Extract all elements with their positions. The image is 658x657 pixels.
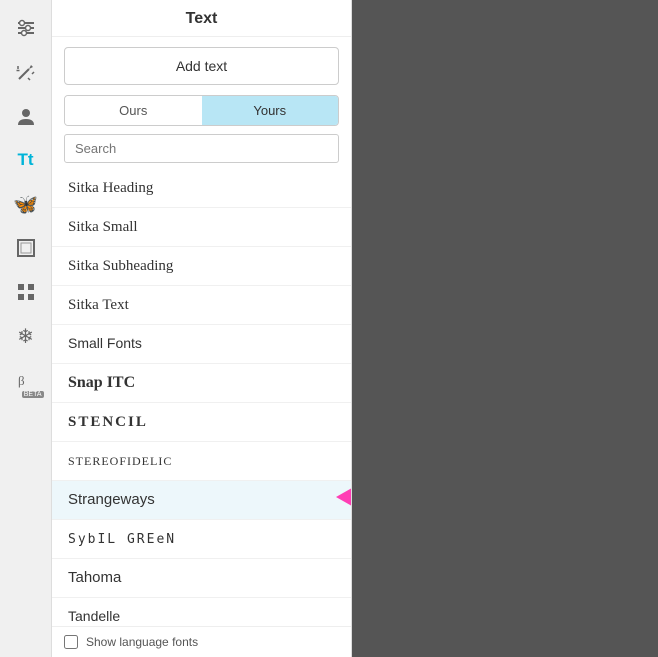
font-item-sitka-small[interactable]: Sitka Small — [52, 208, 351, 247]
tab-ours[interactable]: Ours — [65, 96, 202, 125]
tab-yours[interactable]: Yours — [202, 96, 339, 125]
avatar-icon[interactable] — [6, 96, 46, 136]
font-panel: Text Add text Ours Yours Sitka HeadingSi… — [52, 0, 352, 657]
font-item-tandelle[interactable]: Tandelle — [52, 598, 351, 626]
font-item-sitka-heading[interactable]: Sitka Heading — [52, 169, 351, 208]
font-item-sitka-subheading[interactable]: Sitka Subheading — [52, 247, 351, 286]
font-item-small-fonts[interactable]: Small Fonts — [52, 325, 351, 364]
font-item-stencil[interactable]: STENCIL — [52, 403, 351, 442]
add-text-button[interactable]: Add text — [64, 47, 339, 85]
arrow-indicator — [336, 475, 351, 525]
panel-footer: Show language fonts — [52, 626, 351, 657]
font-item-tahoma[interactable]: Tahoma — [52, 559, 351, 598]
butterfly-icon[interactable]: 🦋 — [6, 184, 46, 224]
magic-wand-icon[interactable] — [6, 52, 46, 92]
grid-icon[interactable] — [6, 272, 46, 312]
font-item-sybil-green[interactable]: SybIL GREeN — [52, 520, 351, 559]
beta-label: BETA — [22, 391, 44, 398]
canvas-area — [352, 0, 658, 657]
font-item-stereofidelic[interactable]: SteREoFidELic — [52, 442, 351, 481]
beta-icon[interactable]: β BETA — [6, 360, 46, 400]
show-language-fonts-checkbox[interactable] — [64, 635, 78, 649]
font-item-snap-itc[interactable]: Snap ITC — [52, 364, 351, 403]
tab-row: Ours Yours — [64, 95, 339, 126]
panel-title: Text — [52, 0, 351, 37]
font-item-sitka-text[interactable]: Sitka Text — [52, 286, 351, 325]
search-input[interactable] — [64, 134, 339, 163]
frame-icon[interactable] — [6, 228, 46, 268]
sliders-icon[interactable] — [6, 8, 46, 48]
font-item-strangeways[interactable]: Strangeways — [52, 481, 351, 520]
text-icon[interactable]: Tt — [6, 140, 46, 180]
font-list[interactable]: Sitka HeadingSitka SmallSitka Subheading… — [52, 169, 351, 626]
snowflake-icon[interactable]: ❄ — [6, 316, 46, 356]
icon-sidebar: Tt 🦋 ❄ β BETA — [0, 0, 52, 657]
footer-label: Show language fonts — [86, 635, 198, 649]
svg-text:β: β — [18, 373, 25, 388]
